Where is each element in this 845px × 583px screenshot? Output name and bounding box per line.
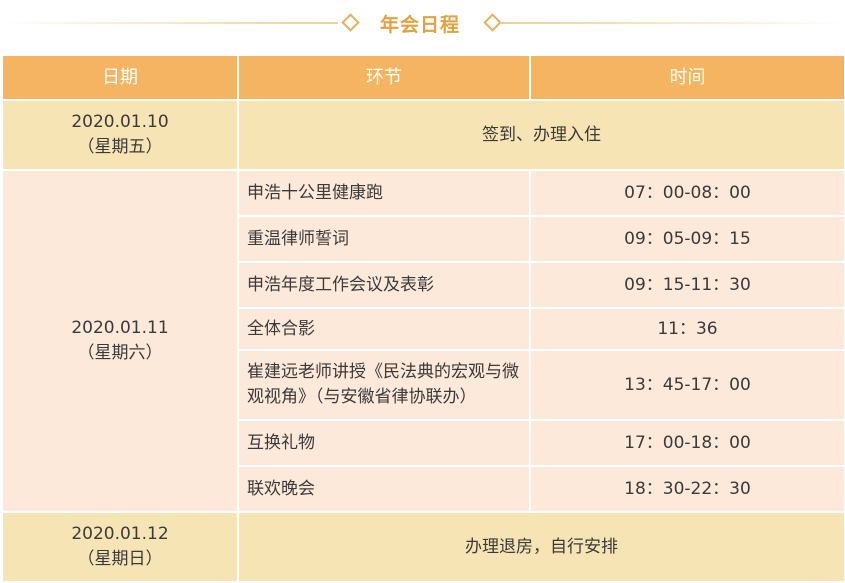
time-cell: 07：00-08：00: [529, 169, 845, 217]
weekday-text: （星期日）: [77, 549, 163, 569]
date-text: 2020.01.11: [71, 318, 169, 338]
time-cell: 17：00-18：00: [529, 419, 845, 467]
date-cell: 2020.01.12 （星期日）: [1, 511, 239, 583]
date-cell: 2020.01.10 （星期五）: [1, 99, 239, 171]
time-cell: 09：15-11：30: [529, 261, 845, 309]
schedule-table: 日期 环节 时间 2020.01.10 （星期五） 签到、办理入住 2020.0…: [1, 54, 845, 583]
session-cell: 联欢晚会: [237, 465, 531, 513]
diamond-ornament-icon: [483, 13, 502, 32]
weekday-text: （星期六）: [77, 343, 163, 363]
header-date: 日期: [1, 54, 239, 101]
weekday-text: （星期五）: [77, 137, 163, 157]
time-cell: 09：05-09：15: [529, 215, 845, 263]
activity-cell: 签到、办理入住: [237, 99, 845, 171]
header-session: 环节: [237, 54, 531, 101]
time-cell: 11：36: [529, 307, 845, 351]
title-bar: 年会日程: [0, 0, 845, 48]
page-title: 年会日程: [379, 14, 460, 36]
date-text: 2020.01.12: [71, 524, 169, 544]
session-cell: 互换礼物: [237, 419, 531, 467]
session-cell: 重温律师誓词: [237, 215, 531, 263]
activity-cell: 办理退房，自行安排: [237, 511, 845, 583]
table-row: 2020.01.10 （星期五） 签到、办理入住: [1, 99, 845, 171]
session-cell: 申浩年度工作会议及表彰: [237, 261, 531, 309]
date-text: 2020.01.10: [71, 112, 169, 132]
title-divider-left: [0, 22, 338, 24]
session-cell: 崔建远老师讲授《民法典的宏观与微观视角》（与安徽省律协联办）: [237, 349, 531, 421]
table-row: 2020.01.12 （星期日） 办理退房，自行安排: [1, 511, 845, 583]
table-row: 2020.01.11 （星期六） 申浩十公里健康跑 07：00-08：00: [1, 169, 845, 513]
time-cell: 13：45-17：00: [529, 349, 845, 421]
session-cell: 申浩十公里健康跑: [237, 169, 531, 217]
header-time: 时间: [529, 54, 845, 101]
time-cell: 18：30-22：30: [529, 465, 845, 513]
session-cell: 全体合影: [237, 307, 531, 351]
title-divider-right: [500, 22, 845, 24]
date-cell: 2020.01.11 （星期六）: [1, 169, 239, 513]
header-row: 日期 环节 时间: [1, 54, 845, 101]
diamond-ornament-icon: [341, 13, 360, 32]
